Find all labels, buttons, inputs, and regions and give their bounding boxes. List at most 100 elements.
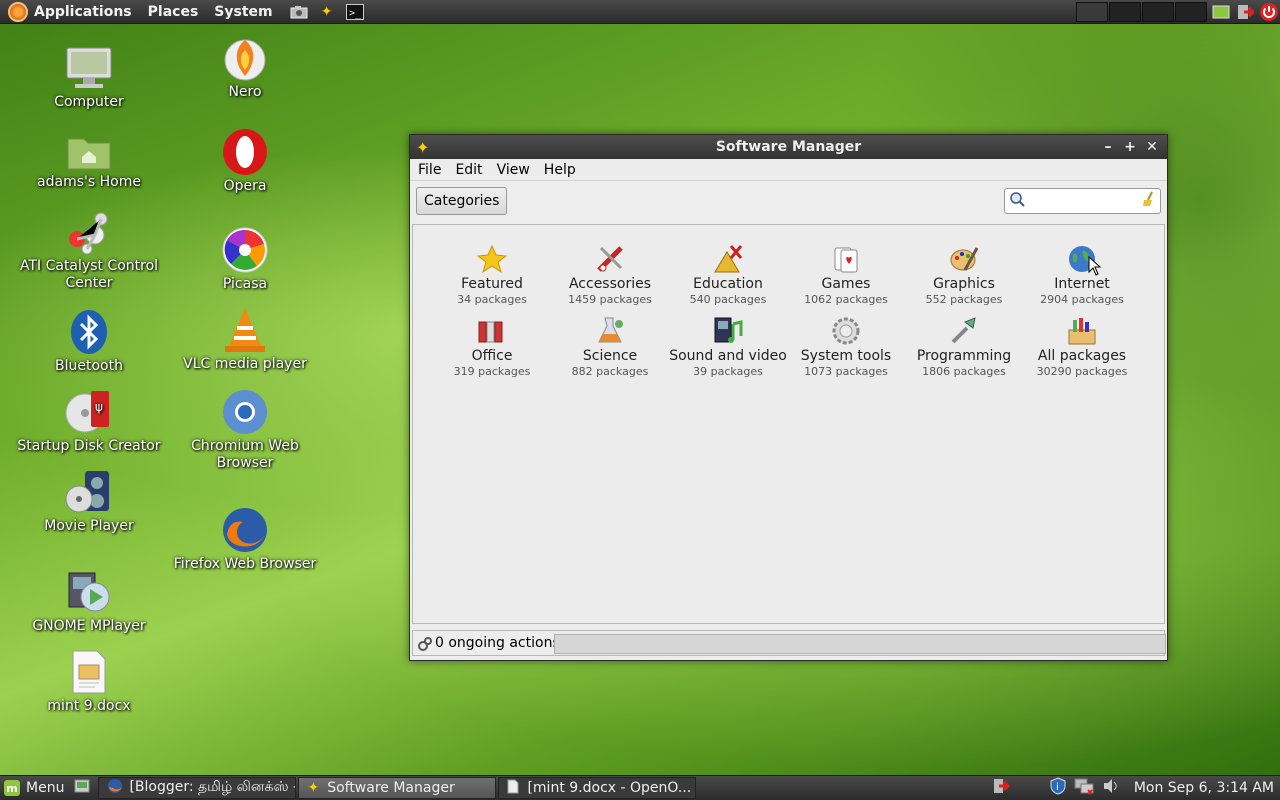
games-icon — [830, 243, 862, 275]
category-name: Programming — [916, 348, 1012, 364]
show-desktop-icon[interactable] — [1210, 2, 1232, 22]
desktop-icon-chromium[interactable]: Chromium Web Browser — [170, 388, 320, 472]
desktop-icon-firefox[interactable]: Firefox Web Browser — [170, 506, 320, 573]
workspace-3[interactable] — [1142, 2, 1174, 22]
menu-help[interactable]: Help — [544, 162, 576, 178]
taskbar-item-openoffice[interactable]: [mint 9.docx - OpenO... — [498, 777, 697, 799]
screenshot-icon[interactable] — [289, 3, 309, 21]
workspace-1[interactable] — [1076, 2, 1108, 22]
category-office[interactable]: Office 319 packages — [433, 315, 551, 379]
document-icon — [65, 648, 113, 696]
menu-view[interactable]: View — [497, 162, 530, 178]
menu-file[interactable]: File — [418, 162, 441, 178]
category-programming[interactable]: Programming 1806 packages — [905, 315, 1023, 379]
ati-catalyst-icon — [65, 208, 113, 256]
mint-menu-button[interactable]: m Menu — [4, 780, 64, 796]
category-name: Games — [821, 276, 871, 292]
workspace-4[interactable] — [1175, 2, 1207, 22]
desktop-icon-mint-docx[interactable]: mint 9.docx — [14, 648, 164, 715]
desktop-icon-label: VLC media player — [183, 356, 307, 372]
menu-applications[interactable]: Applications — [34, 4, 132, 20]
category-name: All packages — [1037, 348, 1127, 364]
search-icon — [1009, 191, 1025, 211]
desktop-icon-gnome-mplayer[interactable]: GNOME MPlayer — [14, 568, 164, 635]
desktop-icon-label: Bluetooth — [55, 358, 123, 374]
category-science[interactable]: Science 882 packages — [551, 315, 669, 379]
category-name: Graphics — [933, 276, 995, 292]
menu-places[interactable]: Places — [148, 4, 199, 20]
desktop-icon-movie-player[interactable]: Movie Player — [14, 468, 164, 535]
category-featured[interactable]: Featured 34 packages — [433, 243, 551, 307]
network-icon[interactable] — [1074, 777, 1094, 799]
computer-icon — [65, 44, 113, 92]
desktop-icon-bluetooth[interactable]: Bluetooth — [14, 308, 164, 375]
category-sound-and-video[interactable]: Sound and video 39 packages — [669, 315, 787, 379]
desktop-icon-label: mint 9.docx — [47, 698, 131, 714]
search-input[interactable] — [1004, 188, 1161, 214]
category-internet[interactable]: Internet 2904 packages — [1023, 243, 1141, 307]
desktop-icon-nero[interactable]: Nero — [170, 34, 320, 101]
movie-player-icon — [65, 468, 113, 516]
category-count: 2904 packages — [1040, 293, 1124, 306]
logout-icon[interactable] — [992, 777, 1011, 799]
window-titlebar[interactable]: ✦ Software Manager – + ✕ — [410, 135, 1167, 159]
show-desktop-icon[interactable] — [74, 779, 90, 797]
workspace-2[interactable] — [1109, 2, 1141, 22]
clock[interactable]: Mon Sep 6, 3:14 AM — [1134, 780, 1274, 796]
mouse-cursor-icon — [1088, 256, 1102, 276]
star-icon — [476, 243, 508, 275]
vlc-icon — [221, 306, 269, 354]
home-folder-icon — [65, 132, 113, 172]
desktop-icon-opera[interactable]: Opera — [170, 128, 320, 195]
document-icon — [507, 779, 519, 798]
svg-text:ψ: ψ — [95, 400, 103, 414]
ubuntu-logo-icon[interactable] — [8, 1, 28, 22]
category-games[interactable]: Games 1062 packages — [787, 243, 905, 307]
mint-logo-icon: m — [4, 780, 20, 796]
category-education[interactable]: Education 540 packages — [669, 243, 787, 307]
desktop-icon-label: Chromium Web Browser — [191, 438, 299, 471]
software-manager-icon[interactable]: ✦ — [317, 3, 337, 21]
desktop-icon-startup-disk[interactable]: ψ Startup Disk Creator — [14, 388, 164, 455]
category-name: Accessories — [568, 276, 652, 292]
clear-search-icon[interactable] — [1142, 191, 1156, 211]
status-text: 0 ongoing actions — [435, 635, 560, 651]
categories-panel: Featured 34 packages Accessories 1459 packa… — [412, 224, 1165, 624]
mint-menu-label: Menu — [26, 780, 65, 796]
close-button[interactable]: ✕ — [1141, 137, 1163, 157]
firefox-icon — [221, 506, 269, 554]
desktop-icon-home[interactable]: adams's Home — [14, 132, 164, 191]
shutdown-icon[interactable] — [1258, 2, 1280, 22]
category-count: 34 packages — [457, 293, 527, 306]
desktop-icon-label: Movie Player — [44, 518, 134, 534]
taskbar-item-software-manager[interactable]: ✦ Software Manager — [298, 777, 497, 799]
all-packages-icon — [1066, 315, 1098, 347]
desktop-icon-label: Picasa — [222, 276, 268, 292]
menu-edit[interactable]: Edit — [455, 162, 482, 178]
menu-system[interactable]: System — [214, 4, 272, 20]
category-count: 30290 packages — [1036, 365, 1128, 378]
desktop-icon-picasa[interactable]: Picasa — [170, 226, 320, 293]
chromium-icon — [221, 388, 269, 436]
desktop-icon-ati[interactable]: ATI Catalyst Control Center — [14, 208, 164, 292]
logout-icon[interactable] — [1234, 2, 1256, 22]
category-all-packages[interactable]: All packages 30290 packages — [1023, 315, 1141, 379]
maximize-button[interactable]: + — [1119, 137, 1141, 157]
minimize-button[interactable]: – — [1097, 137, 1119, 157]
progress-bar — [554, 634, 1166, 654]
status-bar: 0 ongoing actions — [412, 630, 1166, 656]
category-name: Office — [471, 348, 513, 364]
accessories-icon — [594, 243, 626, 275]
category-graphics[interactable]: Graphics 552 packages — [905, 243, 1023, 307]
programming-icon — [948, 315, 980, 347]
category-count: 1459 packages — [568, 293, 652, 306]
terminal-icon[interactable]: >_ — [345, 3, 365, 21]
category-accessories[interactable]: Accessories 1459 packages — [551, 243, 669, 307]
taskbar-item-blogger[interactable]: [Blogger: தமிழ் லினக்ஸ் - ... — [98, 777, 297, 799]
category-system-tools[interactable]: System tools 1073 packages — [787, 315, 905, 379]
volume-icon[interactable] — [1102, 778, 1120, 798]
desktop-icon-vlc[interactable]: VLC media player — [170, 306, 320, 373]
desktop-icon-computer[interactable]: Computer — [14, 44, 164, 111]
categories-button[interactable]: Categories — [416, 187, 508, 215]
update-manager-icon[interactable]: i — [1050, 777, 1066, 799]
